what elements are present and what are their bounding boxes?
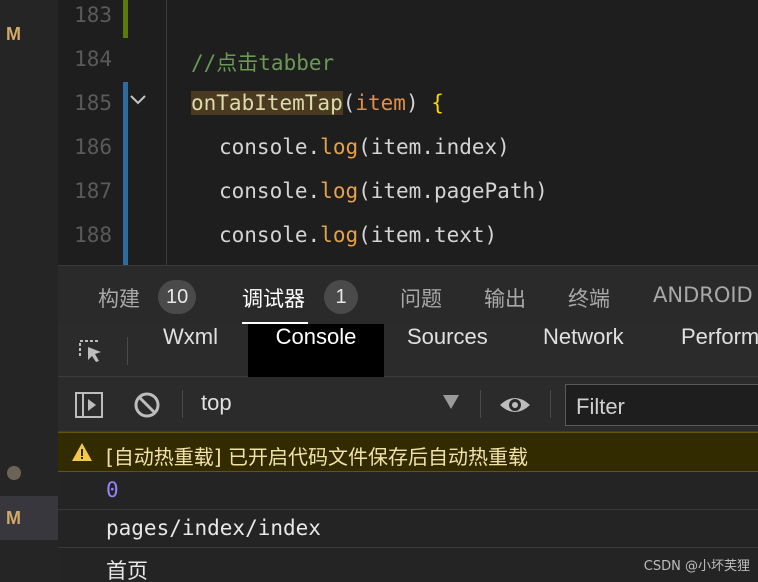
tab-problems[interactable]: 问题 (400, 283, 442, 313)
code-line[interactable]: 186 console.log(item.index) (58, 126, 758, 170)
warning-text: [自动热重载] 已开启代码文件保存后自动热重载 (106, 445, 528, 469)
tab-network[interactable]: Network (543, 324, 624, 377)
status-dot (7, 466, 21, 480)
code-line[interactable]: 187 console.log(item.pagePath) (58, 170, 758, 214)
filter-input[interactable]: Filter (565, 384, 758, 426)
git-modified-bar (123, 214, 128, 265)
context-selector[interactable]: top (201, 390, 232, 416)
line-number: 186 (74, 135, 112, 159)
tab-debugger[interactable]: 调试器 (242, 283, 305, 313)
code-line[interactable]: 183 (58, 0, 758, 38)
code-editor[interactable]: 183 184 //点击tabber 185 onTabItemTap(item… (58, 0, 758, 265)
filter-placeholder: Filter (576, 394, 625, 419)
code-text: console.log(item.index) (219, 135, 510, 159)
tab-console[interactable]: Console (248, 324, 384, 377)
console-toolbar: top Filter (58, 377, 758, 432)
warning-icon (72, 443, 92, 461)
tab-android[interactable]: ANDROID (653, 283, 753, 307)
clear-console-icon[interactable] (132, 390, 162, 420)
parameter: item (355, 91, 406, 115)
log-text: pages/index/index (106, 516, 321, 540)
code-line[interactable]: 185 onTabItemTap(item) { (58, 82, 758, 126)
tab-terminal[interactable]: 终端 (568, 283, 610, 313)
code-line[interactable]: 188 console.log(item.text) (58, 214, 758, 265)
tab-sources[interactable]: Sources (407, 324, 488, 377)
divider (127, 337, 128, 365)
log-number: 0 (106, 478, 119, 502)
divider (182, 390, 183, 418)
panel-tab-bar: 构建 10 调试器 1 问题 输出 终端 ANDROID (58, 265, 758, 325)
git-modified-bar (123, 170, 128, 214)
code-text: console.log(item.text) (219, 223, 498, 247)
debugger-count-badge: 1 (324, 280, 358, 314)
inspect-element-icon[interactable] (76, 336, 106, 366)
build-count-badge: 10 (158, 280, 197, 314)
console-output[interactable]: [自动热重载] 已开启代码文件保存后自动热重载 0 pages/index/in… (58, 432, 758, 582)
function-name: onTabItemTap (191, 91, 343, 115)
tab-build[interactable]: 构建 (98, 283, 140, 313)
devtools-tab-bar: Wxml Console Sources Network Perform (58, 324, 758, 377)
watermark: CSDN @小坏芙狸 (643, 559, 750, 574)
modified-marker: M (6, 508, 21, 528)
divider (480, 390, 481, 418)
chevron-down-icon[interactable] (128, 90, 148, 110)
log-message[interactable]: pages/index/index (58, 510, 758, 548)
dropdown-arrow-icon[interactable] (443, 395, 459, 409)
activity-gutter: M M (0, 0, 58, 582)
log-message[interactable]: 0 (58, 472, 758, 510)
code-text: console.log(item.pagePath) (219, 179, 548, 203)
code-text: onTabItemTap(item) { (191, 91, 444, 115)
line-number: 184 (74, 47, 112, 71)
line-number: 183 (74, 3, 112, 27)
code-comment: //点击tabber (191, 51, 335, 75)
line-number: 185 (74, 91, 112, 115)
line-number: 188 (74, 223, 112, 247)
tab-wxml[interactable]: Wxml (163, 324, 218, 377)
line-number: 187 (74, 179, 112, 203)
git-modified-bar (123, 126, 128, 170)
log-text: 首页 (106, 559, 148, 582)
sidebar-toggle-icon[interactable] (74, 390, 104, 420)
tab-performance[interactable]: Perform (681, 324, 758, 377)
eye-icon[interactable] (498, 390, 532, 420)
git-added-bar (123, 0, 128, 38)
modified-marker: M (6, 24, 21, 44)
tab-output[interactable]: 输出 (484, 283, 526, 313)
warning-message[interactable]: [自动热重载] 已开启代码文件保存后自动热重载 (58, 432, 758, 472)
code-line[interactable]: 184 //点击tabber (58, 38, 758, 82)
divider (550, 390, 551, 418)
